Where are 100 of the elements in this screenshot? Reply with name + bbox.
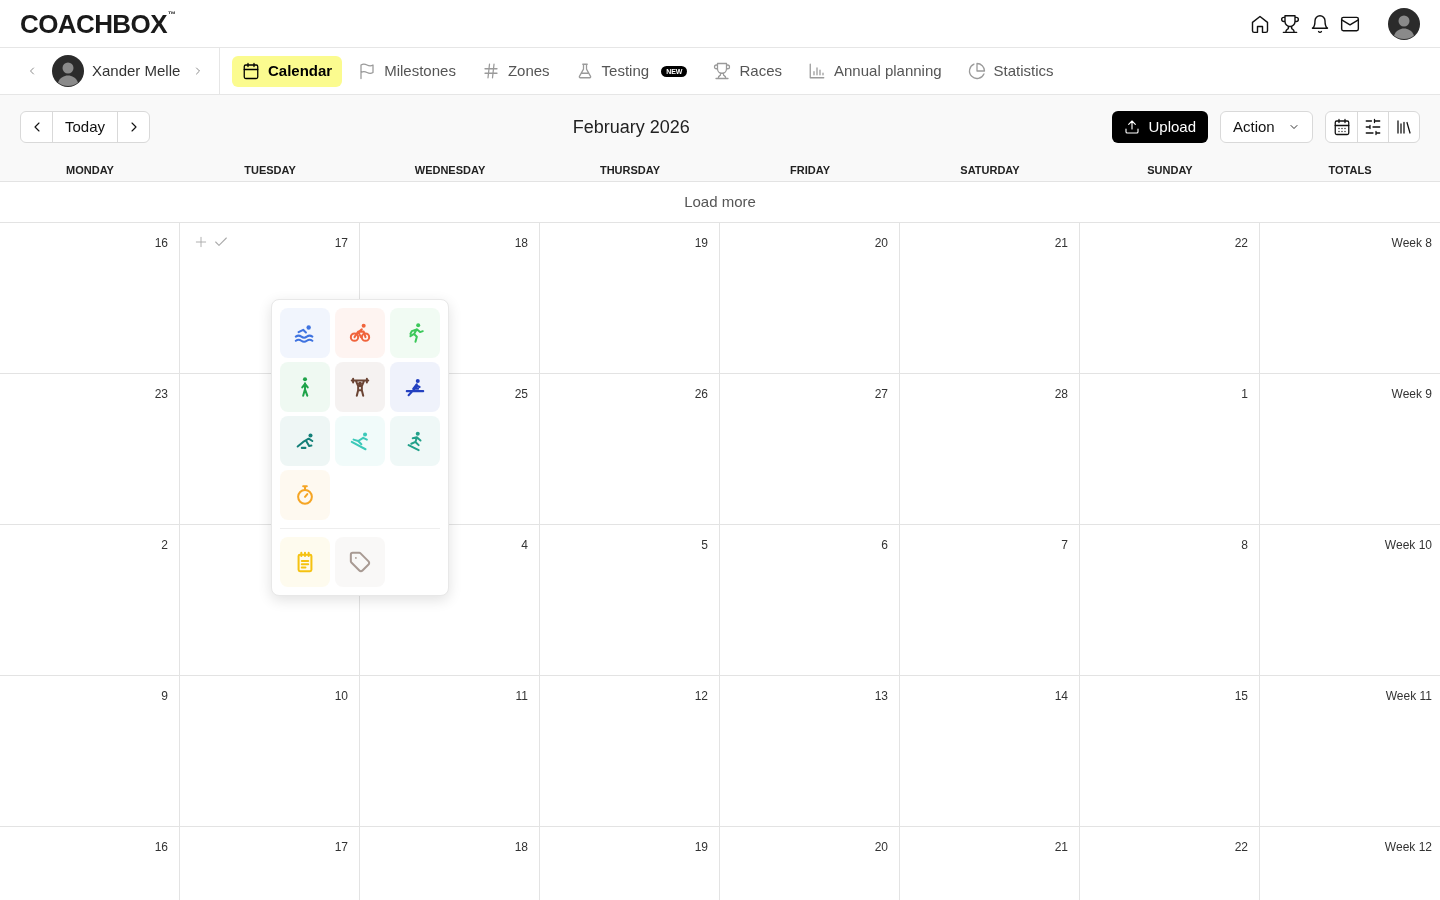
athlete-name[interactable]: Xander Melle <box>92 59 181 83</box>
day-number: 17 <box>334 235 348 252</box>
column-header: THURSDAY <box>599 162 661 178</box>
logo[interactable]: COACHBOX$^{™}$ <box>20 10 176 37</box>
day-number: 19 <box>694 839 708 856</box>
column-header: SATURDAY <box>960 162 1020 178</box>
day-number: 21 <box>1054 839 1068 856</box>
week-label: Week 11 <box>1385 688 1432 705</box>
bell-icon[interactable] <box>1310 13 1330 34</box>
day-cell[interactable]: 21 <box>900 827 1080 900</box>
day-number: 22 <box>1234 839 1248 856</box>
day-cell[interactable]: 6 <box>720 525 900 676</box>
column-header: TUESDAY <box>244 162 296 178</box>
week-label: Week 9 <box>1391 386 1432 403</box>
day-cell[interactable]: 23 <box>0 374 180 525</box>
day-number: 5 <box>701 537 708 554</box>
day-number: 16 <box>154 235 168 252</box>
day-number: 10 <box>334 688 348 705</box>
tile-button[interactable] <box>390 416 440 466</box>
pie-chart-icon <box>967 62 986 80</box>
tab[interactable]: Calendar <box>232 55 343 87</box>
day-number: 17 <box>334 839 348 856</box>
column-header: MONDAY <box>66 162 114 178</box>
day-cell[interactable]: 27 <box>720 374 900 525</box>
day-number: 27 <box>874 386 888 403</box>
tile-button[interactable] <box>280 537 330 587</box>
day-number: 7 <box>1061 537 1068 554</box>
day-cell[interactable]: 22 <box>1080 827 1260 900</box>
day-cell[interactable]: 22 <box>1080 223 1260 374</box>
tab[interactable]: Annual planning <box>798 55 952 87</box>
day-number: 20 <box>874 235 888 252</box>
day-cell[interactable]: 20 <box>720 827 900 900</box>
trophy-icon <box>713 62 732 80</box>
tab[interactable]: Zones <box>471 55 560 87</box>
tab[interactable]: Races <box>703 55 792 87</box>
day-number: 26 <box>694 386 708 403</box>
day-cell[interactable]: 16 <box>0 827 180 900</box>
tile-button[interactable] <box>390 362 440 412</box>
tile-button[interactable] <box>280 470 330 520</box>
day-number: 4 <box>521 537 528 554</box>
day-cell[interactable]: 14 <box>900 676 1080 827</box>
day-cell[interactable]: 8 <box>1080 525 1260 676</box>
tile-button[interactable] <box>335 308 385 358</box>
day-cell[interactable]: 7 <box>900 525 1080 676</box>
day-number: 6 <box>881 537 888 554</box>
tile-button[interactable] <box>280 362 330 412</box>
day-cell[interactable]: 15 <box>1080 676 1260 827</box>
tile-button[interactable] <box>335 362 385 412</box>
day-cell[interactable]: 1 <box>1080 374 1260 525</box>
tile-button[interactable] <box>280 416 330 466</box>
day-cell[interactable]: 21 <box>900 223 1080 374</box>
avatar-icon <box>52 55 84 87</box>
tile-button[interactable] <box>280 308 330 358</box>
bar-chart-icon <box>808 62 826 80</box>
day-number: 22 <box>1234 235 1248 252</box>
column-header: SUNDAY <box>1147 162 1193 178</box>
avatar-icon[interactable] <box>1388 7 1420 40</box>
tab[interactable]: Milestones <box>348 55 466 87</box>
today-button[interactable]: Today <box>52 112 119 142</box>
tile-button[interactable] <box>335 416 385 466</box>
day-cell[interactable]: 5 <box>540 525 720 676</box>
day-number: 18 <box>514 839 528 856</box>
day-number: 8 <box>1241 537 1248 554</box>
tile-button[interactable] <box>335 537 385 587</box>
day-cell[interactable]: 20 <box>720 223 900 374</box>
day-cell[interactable]: 28 <box>900 374 1080 525</box>
day-cell[interactable]: 2 <box>0 525 180 676</box>
day-number: 2 <box>161 537 168 554</box>
column-header: FRIDAY <box>790 162 830 178</box>
month-title: February 2026 <box>572 115 690 139</box>
home-icon[interactable] <box>1250 13 1270 34</box>
day-cell[interactable]: 10 <box>180 676 360 827</box>
day-cell[interactable]: 11 <box>360 676 540 827</box>
tile-button[interactable] <box>390 308 440 358</box>
week-label: Week 12 <box>1384 839 1432 856</box>
day-cell[interactable]: 13 <box>720 676 900 827</box>
day-cell[interactable]: 9 <box>0 676 180 827</box>
trophy-icon[interactable] <box>1280 13 1300 34</box>
day-cell[interactable]: 26 <box>540 374 720 525</box>
day-cell[interactable]: 19 <box>540 223 720 374</box>
day-number: 1 <box>1241 386 1248 403</box>
day-number: 14 <box>1054 688 1068 705</box>
day-number: 25 <box>514 386 528 403</box>
day-number: 11 <box>515 688 528 705</box>
upload-button[interactable]: Upload <box>1112 111 1208 143</box>
tab[interactable]: Statistics <box>957 55 1064 87</box>
column-header: WEDNESDAY <box>414 162 486 178</box>
day-cell[interactable]: 12 <box>540 676 720 827</box>
calendar-icon <box>242 62 260 80</box>
calendar-icon <box>1332 118 1351 136</box>
load-more-button[interactable]: Load more <box>684 190 756 214</box>
day-number: 19 <box>694 235 708 252</box>
day-cell[interactable]: 18 <box>360 827 540 900</box>
action-dropdown[interactable]: Action <box>1220 111 1313 143</box>
day-cell[interactable]: 17 <box>180 827 360 900</box>
day-cell[interactable]: 16 <box>0 223 180 374</box>
day-cell[interactable]: 19 <box>540 827 720 900</box>
day-number: 20 <box>874 839 888 856</box>
week-label: Week 8 <box>1391 235 1432 252</box>
sliders-icon <box>1364 118 1382 136</box>
